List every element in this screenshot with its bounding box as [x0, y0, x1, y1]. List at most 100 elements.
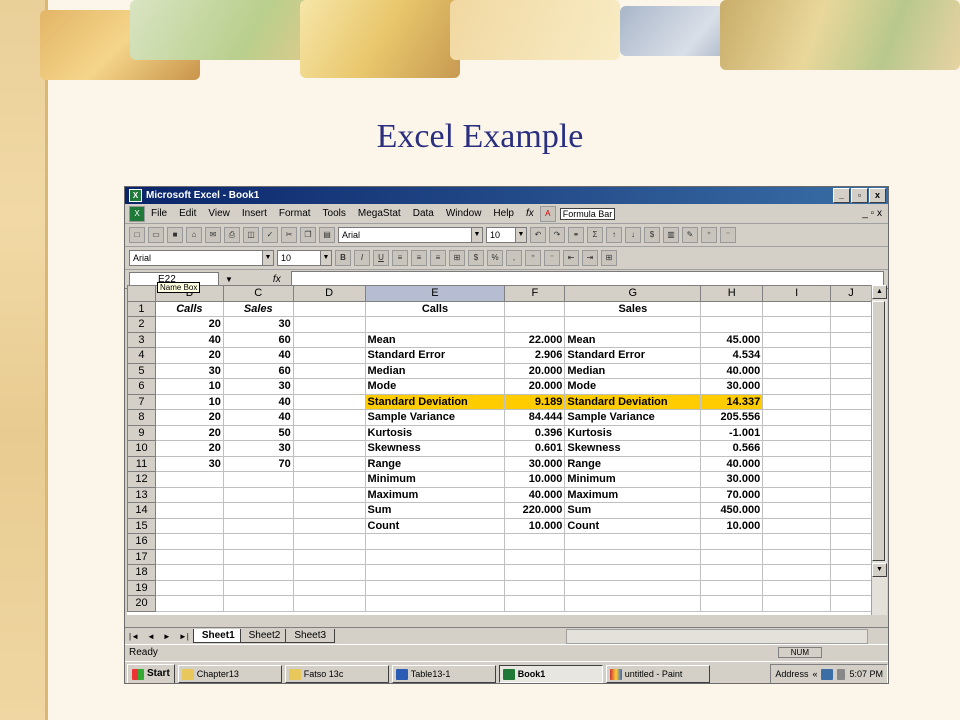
row-header[interactable]: 13 [127, 486, 156, 503]
menu-fx-button[interactable]: fx [520, 208, 540, 219]
cell-j6[interactable] [830, 378, 872, 395]
cell-i9[interactable] [762, 424, 832, 441]
menu-file[interactable]: File [145, 208, 173, 219]
cell-c11[interactable]: 70 [222, 455, 294, 472]
chart-wizard-icon[interactable]: ▥ [663, 227, 679, 243]
cell-b14[interactable] [154, 502, 224, 519]
cell-g18[interactable] [564, 564, 702, 581]
cell-d1[interactable] [292, 300, 366, 317]
cell-j15[interactable] [830, 517, 872, 534]
network-icon[interactable] [821, 668, 834, 680]
cell-g10[interactable]: Skewness [564, 440, 702, 457]
row-header[interactable]: 10 [127, 440, 156, 457]
cell-f19[interactable] [504, 579, 566, 596]
cell-c12[interactable] [222, 471, 294, 488]
scroll-thumb[interactable] [872, 301, 885, 561]
cell-b7[interactable]: 10 [154, 393, 224, 410]
align-left-icon[interactable]: ≡ [392, 250, 408, 266]
cell-i10[interactable] [762, 440, 832, 457]
cell-b3[interactable]: 40 [154, 331, 224, 348]
cell-f18[interactable] [504, 564, 566, 581]
increase-indent-icon[interactable]: ⇥ [582, 250, 598, 266]
cell-b12[interactable] [154, 471, 224, 488]
hyperlink-icon[interactable]: ⚭ [568, 227, 584, 243]
cell-g11[interactable]: Range [564, 455, 702, 472]
cell-f4[interactable]: 2.906 [504, 347, 566, 364]
cell-e20[interactable] [364, 595, 506, 612]
column-header-g[interactable]: G [564, 285, 702, 302]
cell-h19[interactable] [700, 579, 764, 596]
merge-center-icon[interactable]: ⊞ [449, 250, 465, 266]
cell-i8[interactable] [762, 409, 832, 426]
cell-c10[interactable]: 30 [222, 440, 294, 457]
align-center-icon[interactable]: ≡ [411, 250, 427, 266]
font-name-combo[interactable]: Arial ▼ [338, 227, 483, 243]
format-size-combo[interactable]: 10 ▼ [277, 250, 332, 266]
print-icon[interactable]: ⎙ [224, 227, 240, 243]
cell-i6[interactable] [762, 378, 832, 395]
horizontal-scrollbar[interactable] [566, 628, 868, 644]
borders-icon[interactable]: ⊞ [601, 250, 617, 266]
cell-h17[interactable] [700, 548, 764, 565]
column-header-f[interactable]: F [504, 285, 566, 302]
cell-i12[interactable] [762, 471, 832, 488]
menu-help[interactable]: Help [487, 208, 520, 219]
cell-e12[interactable]: Minimum [364, 471, 506, 488]
cell-e10[interactable]: Skewness [364, 440, 506, 457]
cell-g4[interactable]: Standard Error [564, 347, 702, 364]
cell-c5[interactable]: 60 [222, 362, 294, 379]
select-all-corner[interactable] [127, 285, 156, 302]
cell-i3[interactable] [762, 331, 832, 348]
cell-i14[interactable] [762, 502, 832, 519]
cell-j3[interactable] [830, 331, 872, 348]
tab-next-icon[interactable]: ► [159, 632, 175, 641]
save-icon[interactable]: ■ [167, 227, 183, 243]
worksheet-grid[interactable]: B C D E F G H I J 1 Calls Sales Calls Sales 2 20 30 3 40 60… [127, 285, 872, 615]
cell-b10[interactable]: 20 [154, 440, 224, 457]
cell-j12[interactable] [830, 471, 872, 488]
cell-e11[interactable]: Range [364, 455, 506, 472]
address-expand-button[interactable]: « [812, 669, 817, 679]
cell-h7[interactable]: 14.337 [700, 393, 764, 410]
row-header[interactable]: 3 [127, 331, 156, 348]
cell-e15[interactable]: Count [364, 517, 506, 534]
taskbar-item-chapter13[interactable]: Chapter13 [177, 665, 282, 683]
workbook-icon[interactable]: X [129, 205, 145, 222]
cell-h20[interactable] [700, 595, 764, 612]
row-header[interactable]: 18 [127, 564, 156, 581]
cell-j11[interactable] [830, 455, 872, 472]
cell-b19[interactable] [154, 579, 224, 596]
cell-i7[interactable] [762, 393, 832, 410]
cell-h9[interactable]: -1.001 [700, 424, 764, 441]
row-header[interactable]: 19 [127, 579, 156, 596]
cell-j13[interactable] [830, 486, 872, 503]
cell-g6[interactable]: Mode [564, 378, 702, 395]
sort-ascending-icon[interactable]: ↑ [606, 227, 622, 243]
cell-d15[interactable] [292, 517, 366, 534]
cell-c13[interactable] [222, 486, 294, 503]
cell-g8[interactable]: Sample Variance [564, 409, 702, 426]
open-icon[interactable]: ▭ [148, 227, 164, 243]
cell-d3[interactable] [292, 331, 366, 348]
cell-b20[interactable] [154, 595, 224, 612]
cell-i5[interactable] [762, 362, 832, 379]
cell-e13[interactable]: Maximum [364, 486, 506, 503]
start-button[interactable]: Start [127, 664, 175, 683]
font-color-icon[interactable]: A [539, 205, 556, 222]
formula-bar-button[interactable]: Formula Bar [559, 207, 616, 220]
taskbar-item-fatso[interactable]: Fatso 13c [284, 665, 389, 683]
vertical-scrollbar[interactable]: ▲ ▼ [871, 285, 887, 615]
paste-icon[interactable]: ▤ [319, 227, 335, 243]
cell-f14[interactable]: 220.000 [504, 502, 566, 519]
align-right-icon[interactable]: ≡ [430, 250, 446, 266]
cell-c6[interactable]: 30 [222, 378, 294, 395]
cell-b9[interactable]: 20 [154, 424, 224, 441]
cell-c1[interactable]: Sales [222, 300, 294, 317]
minimize-button[interactable]: _ [833, 188, 850, 203]
cell-j9[interactable] [830, 424, 872, 441]
cell-c9[interactable]: 50 [222, 424, 294, 441]
cell-f13[interactable]: 40.000 [504, 486, 566, 503]
cell-f15[interactable]: 10.000 [504, 517, 566, 534]
tab-sheet2[interactable]: Sheet2 [239, 629, 290, 643]
tab-sheet1[interactable]: Sheet1 [192, 629, 244, 643]
